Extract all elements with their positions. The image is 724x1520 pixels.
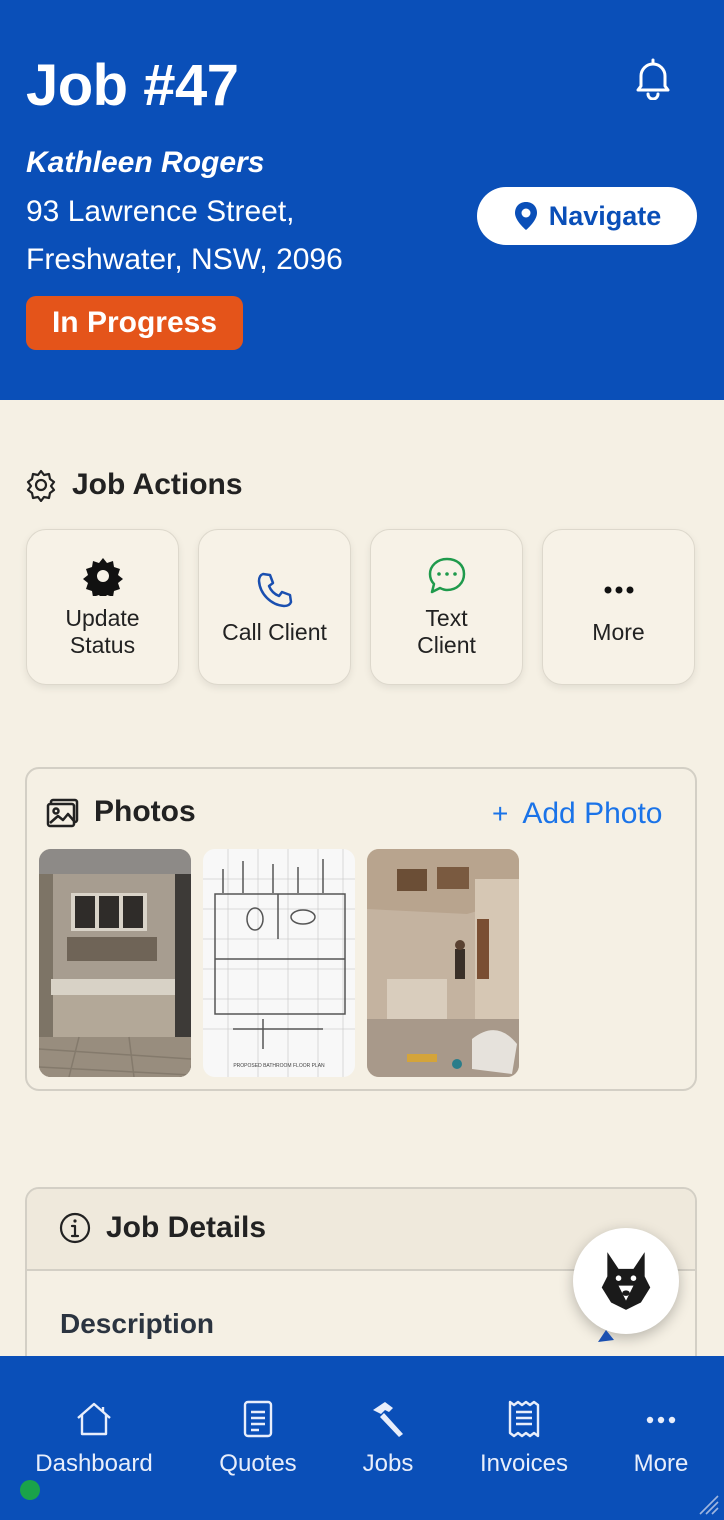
- photo-thumbnail-renovation[interactable]: [367, 849, 519, 1077]
- navigate-button[interactable]: Navigate: [477, 187, 697, 245]
- nav-quotes-label: Quotes: [219, 1450, 297, 1477]
- call-client-label: Call Client: [222, 618, 327, 645]
- floor-plan-caption: PROPOSED BATHROOM FLOOR PLAN: [233, 1063, 325, 1069]
- nav-dashboard-label: Dashboard: [35, 1450, 153, 1477]
- address-line-1: 93 Lawrence Street,: [26, 195, 295, 228]
- plus-icon: +: [492, 798, 509, 829]
- hammer-icon: [373, 1402, 403, 1437]
- resize-grip-icon[interactable]: [694, 1490, 720, 1516]
- nav-jobs[interactable]: Jobs: [348, 1398, 428, 1478]
- photo-thumbnail-floor-plan[interactable]: PROPOSED BATHROOM FLOOR PLAN: [203, 849, 355, 1077]
- text-client-label: Text Client: [417, 605, 476, 658]
- add-photo-label: Add Photo: [522, 797, 663, 830]
- job-header: Job #47 Kathleen Rogers 93 Lawrence Stre…: [0, 0, 724, 400]
- nav-jobs-label: Jobs: [362, 1450, 414, 1477]
- add-photo-button[interactable]: + Add Photo: [492, 797, 662, 831]
- nav-more-label: More: [633, 1450, 689, 1477]
- receipt-icon: [508, 1400, 540, 1438]
- job-details-title: Job Details: [106, 1211, 267, 1244]
- job-title: Job #47: [26, 53, 239, 118]
- home-icon: [77, 1402, 111, 1436]
- nav-invoices-label: Invoices: [479, 1450, 569, 1477]
- job-actions-heading: Job Actions: [24, 468, 243, 502]
- info-icon: [59, 1212, 91, 1244]
- nav-more[interactable]: More: [624, 1398, 698, 1478]
- photos-heading: Photos: [46, 795, 196, 829]
- ellipsis-icon: [598, 569, 640, 611]
- assistant-fab-button[interactable]: [573, 1228, 679, 1334]
- document-icon: [243, 1400, 273, 1438]
- phone-icon: [254, 569, 296, 611]
- gear-icon: [82, 555, 124, 597]
- more-actions-label: More: [592, 618, 645, 645]
- nav-quotes[interactable]: Quotes: [210, 1398, 306, 1478]
- chat-icon: [426, 555, 468, 597]
- nav-dashboard[interactable]: Dashboard: [32, 1398, 156, 1478]
- status-badge: In Progress: [26, 296, 243, 350]
- update-status-label: Update Status: [65, 605, 140, 658]
- map-pin-icon: [514, 202, 537, 230]
- image-icon: [46, 798, 79, 828]
- gear-outline-icon: [26, 469, 56, 502]
- text-client-button[interactable]: Text Client: [370, 529, 523, 685]
- job-details-heading: Job Details: [58, 1211, 266, 1245]
- description-label: Description: [60, 1308, 215, 1339]
- address-line-2: Freshwater, NSW, 2096: [26, 243, 343, 276]
- ellipsis-icon: [646, 1416, 676, 1424]
- photos-title: Photos: [94, 795, 196, 828]
- bell-icon[interactable]: [632, 56, 674, 101]
- photo-thumbnail-bathroom[interactable]: [39, 849, 191, 1077]
- update-status-button[interactable]: Update Status: [26, 529, 179, 685]
- dog-avatar-icon: [601, 1252, 651, 1310]
- nav-invoices[interactable]: Invoices: [472, 1398, 576, 1478]
- fab-pointer-icon: [598, 1330, 614, 1342]
- call-client-button[interactable]: Call Client: [198, 529, 351, 685]
- more-actions-button[interactable]: More: [542, 529, 695, 685]
- job-actions-title: Job Actions: [72, 468, 243, 501]
- client-name: Kathleen Rogers: [26, 146, 265, 179]
- navigate-label: Navigate: [548, 200, 662, 231]
- online-status-dot: [20, 1480, 40, 1500]
